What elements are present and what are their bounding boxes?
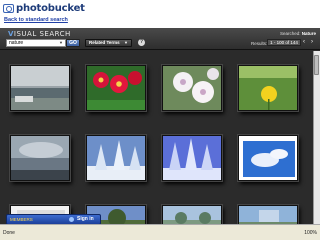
prev-page-button[interactable]: ‹ [303, 39, 305, 45]
thumbnail[interactable] [10, 65, 70, 111]
help-button[interactable]: ? [138, 39, 145, 46]
search-input[interactable]: nature [6, 39, 66, 47]
thumbnail[interactable] [238, 205, 298, 224]
related-terms-button[interactable]: Related Terms ▼ [85, 39, 132, 47]
results-label: Results: [251, 41, 268, 46]
thumbnail-image [87, 136, 145, 180]
thumbnail-image [239, 66, 297, 110]
searched-term: Searched: Nature [279, 31, 316, 36]
thumbnail[interactable] [86, 65, 146, 111]
thumbnail-image [11, 66, 69, 110]
top-bar: photobucket Back to standard search [0, 0, 320, 28]
thumbnail[interactable] [162, 135, 222, 181]
thumbnail[interactable] [238, 135, 298, 181]
thumbnail-image [163, 136, 221, 180]
results-range[interactable]: 1 - 100 of 144 [267, 39, 301, 46]
visual-search-title: VISUAL SEARCH [8, 30, 71, 38]
viewer-header: VISUAL SEARCH Searched: Nature nature ▼ … [0, 28, 320, 50]
chevron-down-icon: ▼ [124, 40, 128, 45]
go-button[interactable]: GO [66, 39, 80, 47]
thumbnail[interactable] [162, 65, 222, 111]
vertical-scrollbar[interactable] [313, 51, 320, 224]
status-text: Done [3, 230, 15, 236]
thumbnail-image [239, 206, 297, 224]
thumbnail[interactable] [86, 135, 146, 181]
thumbnail-image [239, 136, 297, 180]
scrollbar-thumb[interactable] [314, 55, 319, 75]
photobucket-logo[interactable]: photobucket [3, 3, 85, 14]
browser-status-bar: Done 100% [0, 224, 320, 240]
thumbnail[interactable] [238, 65, 298, 111]
next-page-button[interactable]: › [311, 39, 313, 45]
thumbnail-grid [0, 51, 312, 224]
thumbnail[interactable] [10, 135, 70, 181]
sign-in-button[interactable]: Sign in [77, 216, 94, 222]
camera-icon [3, 4, 14, 13]
thumbnail-image [11, 136, 69, 180]
thumbnail-image [87, 66, 145, 110]
thumbnail-image [163, 66, 221, 110]
logo-text: photobucket [16, 3, 85, 14]
thumbnail[interactable] [162, 205, 222, 224]
search-dropdown-icon[interactable]: ▼ [59, 40, 63, 45]
visual-search-viewer: VISUAL SEARCH Searched: Nature nature ▼ … [0, 28, 320, 224]
user-icon [69, 217, 74, 222]
members-label: MEMBERS [10, 217, 33, 222]
zoom-level[interactable]: 100% [304, 230, 317, 236]
thumbnail-image [163, 206, 221, 224]
back-to-standard-search-link[interactable]: Back to standard search [4, 17, 68, 23]
